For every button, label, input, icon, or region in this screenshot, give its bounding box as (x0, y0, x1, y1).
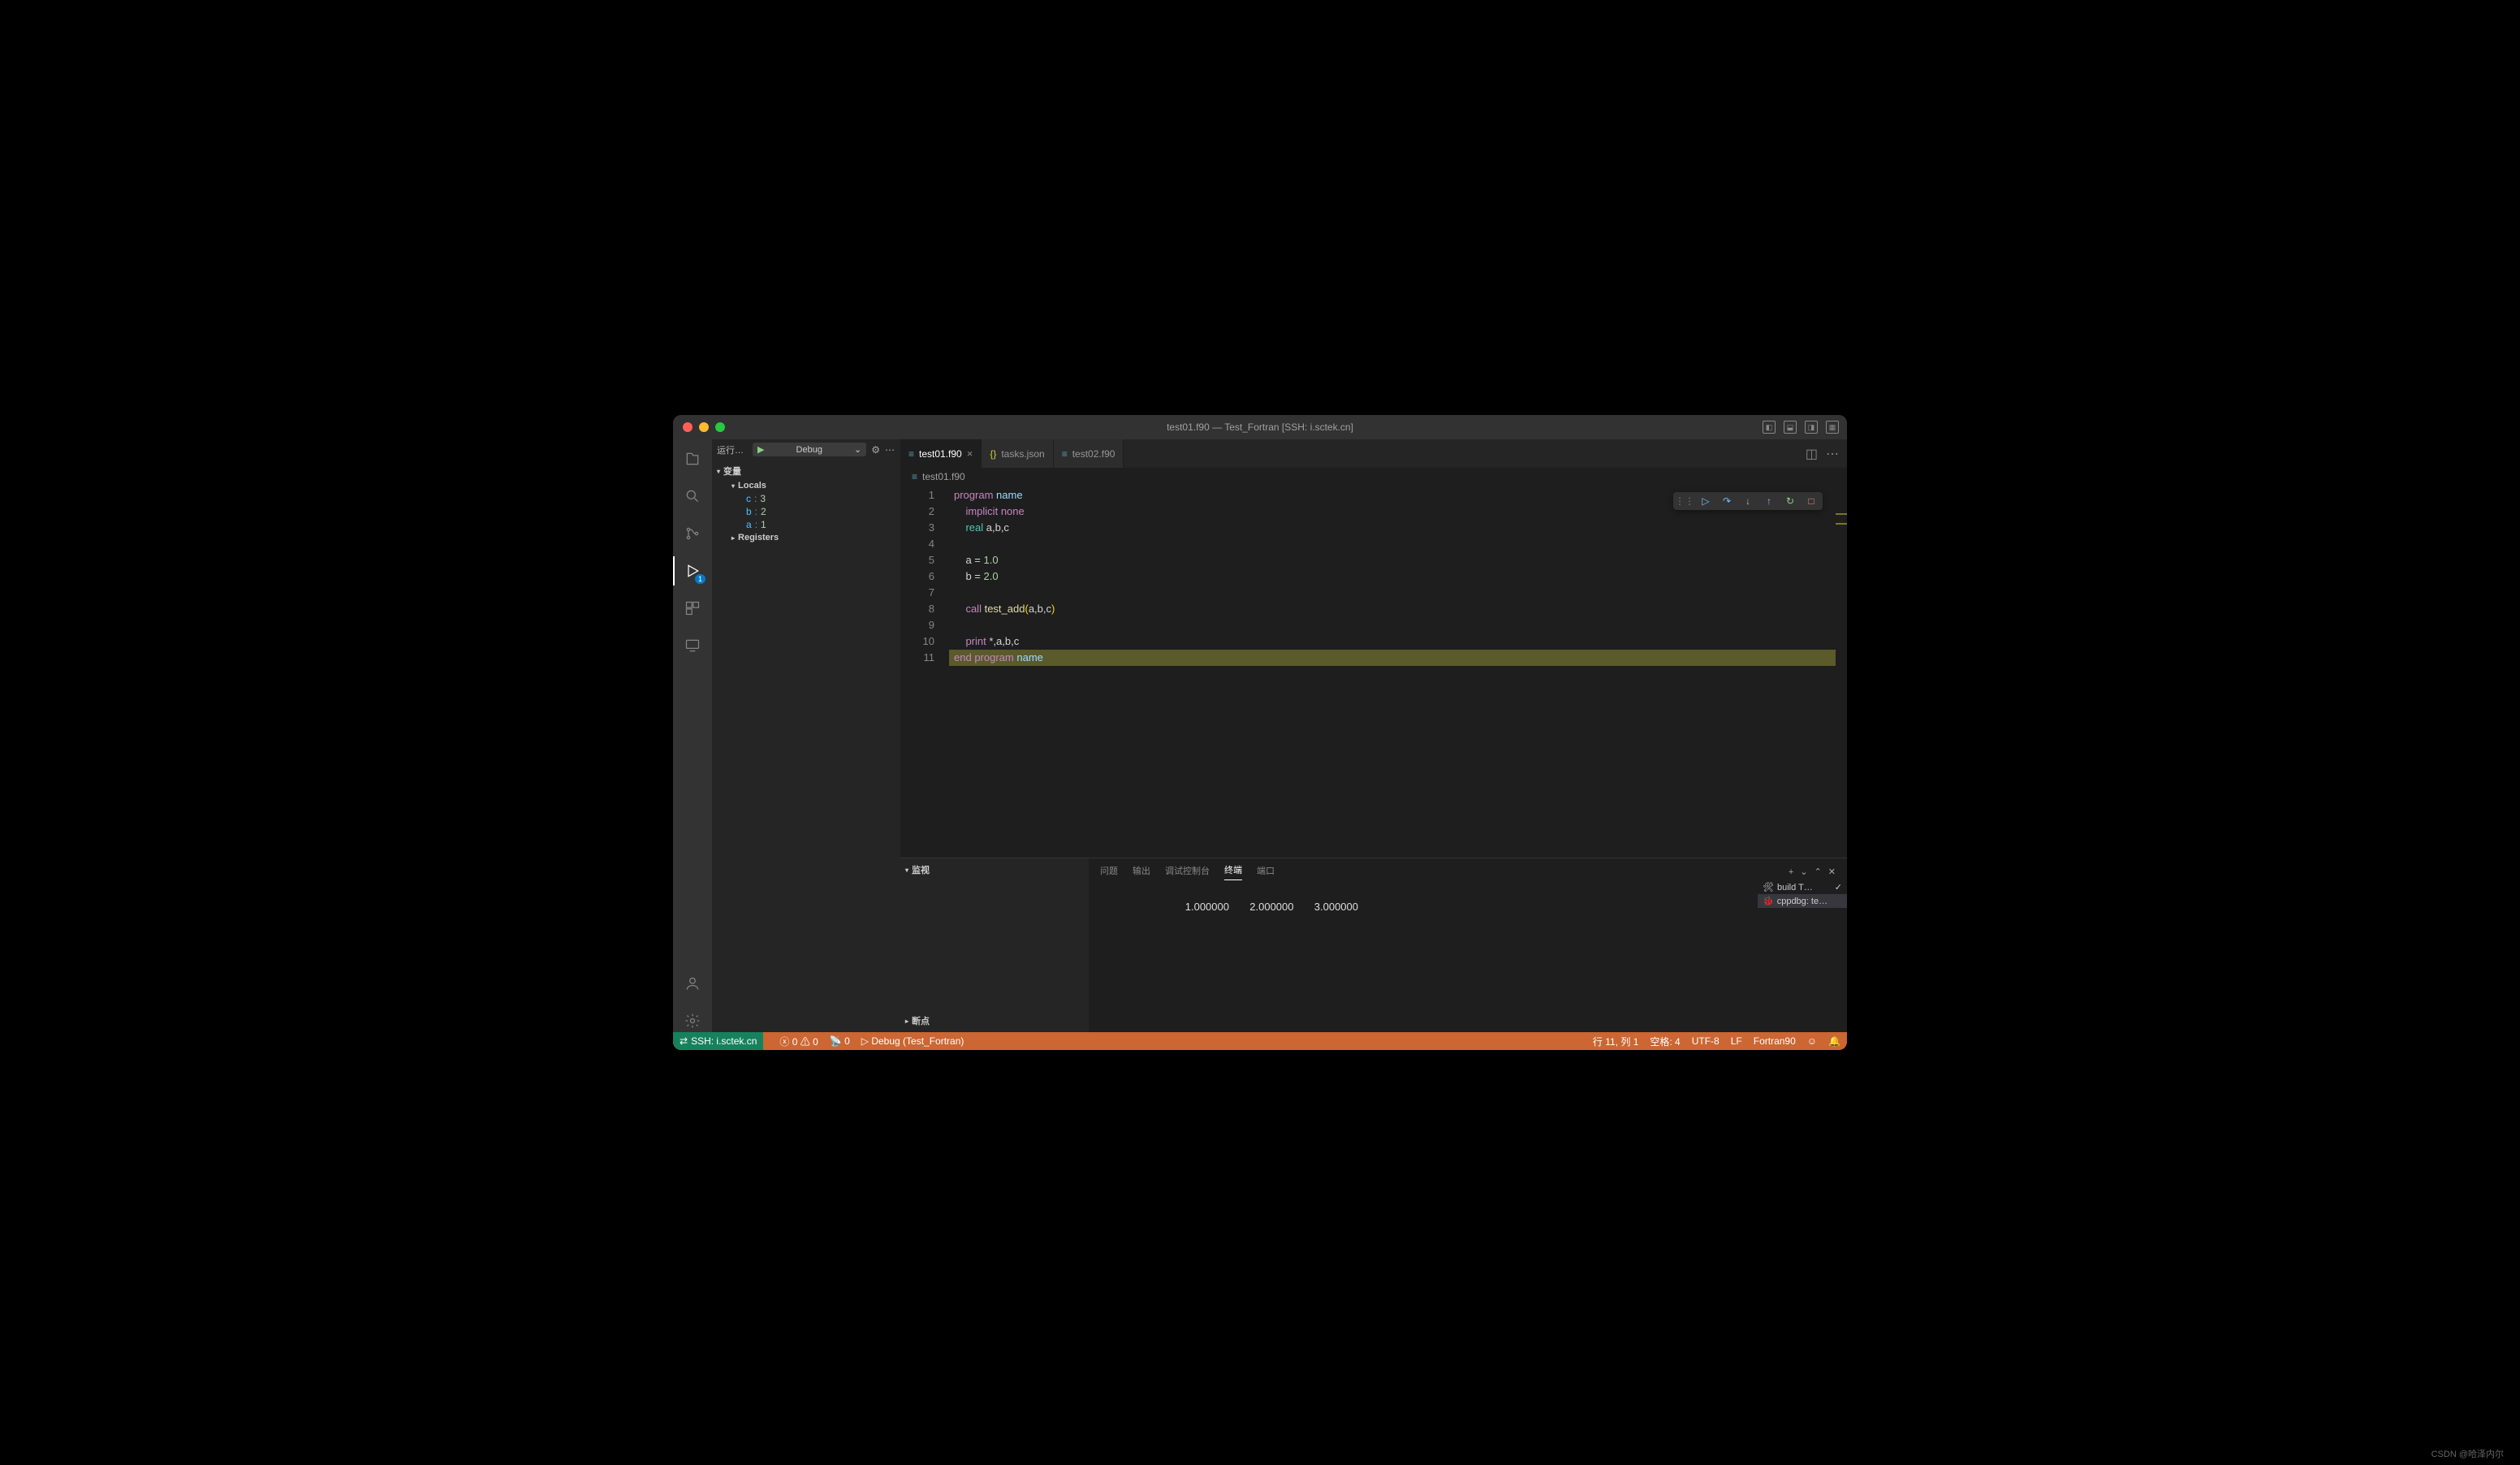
close-tab-icon[interactable]: × (967, 447, 973, 460)
terminal[interactable]: 1.000000 2.000000 3.000000 🛠build T…✓🐞cp… (1089, 880, 1847, 1032)
registers-header[interactable]: Registers (731, 531, 895, 544)
restart-icon[interactable]: ↻ (1784, 495, 1797, 508)
toggle-secondary-sidebar-icon[interactable]: ◨ (1805, 421, 1818, 434)
remote-indicator[interactable]: ⇄ SSH: i.sctek.cn (673, 1032, 763, 1050)
source-control-icon[interactable] (681, 522, 704, 545)
debug-toolbar-top: 运行… ▶ Debug ⌄ ⚙ ⋯ (712, 439, 900, 460)
locals-header[interactable]: Locals (731, 479, 895, 492)
watch-header[interactable]: 监视 (905, 862, 1084, 878)
run-debug-icon[interactable]: 1 (681, 560, 704, 582)
more-editor-actions-icon[interactable]: ⋯ (1826, 446, 1839, 462)
start-debug-icon[interactable]: ▶ (757, 444, 764, 455)
tab-output[interactable]: 输出 (1133, 864, 1150, 880)
tab-ports[interactable]: 端口 (1257, 864, 1275, 880)
editor-area: ≡test01.f90×{}tasks.json≡test02.f90 ◫ ⋯ … (900, 439, 1847, 1032)
toggle-panel-icon[interactable]: ⬓ (1784, 421, 1797, 434)
breakpoints-header[interactable]: 断点 (905, 1013, 1084, 1029)
watermark: CSDN @哈泽内尔 (2432, 1447, 2504, 1460)
step-out-icon[interactable]: ↑ (1763, 495, 1776, 508)
editor-tab[interactable]: ≡test01.f90× (900, 439, 982, 468)
status-encoding[interactable]: UTF-8 (1692, 1035, 1720, 1047)
bottom-panel: 监视 断点 问题 输出 调试控制台 终端 端口 + (900, 858, 1847, 1032)
minimap[interactable] (1836, 486, 1847, 858)
body: 1 运行… ▶ Debug ⌄ ⚙ ⋯ 变量 Locals (673, 439, 1847, 1032)
run-label: 运行… (717, 443, 748, 456)
tab-debug-console[interactable]: 调试控制台 (1165, 864, 1210, 880)
status-position[interactable]: 行 11, 列 1 (1593, 1035, 1638, 1048)
code-content[interactable]: program name implicit none real a,b,c a … (949, 486, 1847, 858)
activity-bar: 1 (673, 439, 712, 1032)
breadcrumb[interactable]: ≡ test01.f90 (900, 468, 1847, 486)
notifications-icon[interactable]: 🔔 (1828, 1035, 1840, 1047)
new-terminal-icon[interactable]: + (1789, 867, 1793, 877)
title-layout-icons: ◧ ⬓ ◨ ▦ (1763, 421, 1839, 434)
continue-icon[interactable]: ▷ (1699, 495, 1712, 508)
gutter[interactable]: 1234567891011 (900, 486, 949, 858)
step-into-icon[interactable]: ↓ (1741, 495, 1754, 508)
status-debug[interactable]: ▷ Debug (Test_Fortran) (861, 1035, 964, 1047)
search-icon[interactable] (681, 485, 704, 508)
variables-header[interactable]: 变量 (717, 463, 895, 479)
step-over-icon[interactable]: ↷ (1720, 495, 1733, 508)
maximize-window-button[interactable] (715, 422, 725, 432)
variable-row[interactable]: a: 1 (746, 518, 895, 531)
titlebar: test01.f90 — Test_Fortran [SSH: i.sctek.… (673, 415, 1847, 439)
debug-badge: 1 (695, 574, 706, 584)
panel-tabs: 问题 输出 调试控制台 终端 端口 + ⌄ ⌃ ✕ (1089, 858, 1847, 880)
debug-sidebar: 运行… ▶ Debug ⌄ ⚙ ⋯ 变量 Locals c: 3b: 2a: 1… (712, 439, 900, 1032)
panel-sidebar: 监视 断点 (900, 858, 1089, 1032)
terminal-dropdown-icon[interactable]: ⌄ (1800, 866, 1807, 877)
status-ports[interactable]: 📡 0 (830, 1035, 850, 1047)
tab-problems[interactable]: 问题 (1100, 864, 1118, 880)
status-language[interactable]: Fortran90 (1754, 1035, 1796, 1047)
drag-handle-icon[interactable]: ⋮⋮ (1678, 495, 1691, 508)
terminal-task[interactable]: 🛠build T…✓ (1758, 880, 1847, 894)
editor-tab[interactable]: {}tasks.json (982, 439, 1053, 468)
window-title: test01.f90 — Test_Fortran [SSH: i.sctek.… (673, 421, 1847, 433)
status-spaces[interactable]: 空格: 4 (1650, 1035, 1680, 1048)
config-gear-icon[interactable]: ⚙ (871, 444, 880, 456)
terminal-task-list: 🛠build T…✓🐞cppdbg: te… (1758, 880, 1847, 908)
explorer-icon[interactable] (681, 447, 704, 470)
minimize-window-button[interactable] (699, 422, 709, 432)
locals-list: c: 3b: 2a: 1 (731, 492, 895, 531)
close-window-button[interactable] (683, 422, 693, 432)
editor-actions: ◫ ⋯ (1806, 439, 1847, 468)
maximize-panel-icon[interactable]: ⌃ (1814, 866, 1822, 877)
debug-config-select[interactable]: ▶ Debug ⌄ (753, 443, 866, 456)
accounts-icon[interactable] (681, 972, 704, 995)
tab-terminal[interactable]: 终端 (1224, 863, 1242, 880)
status-errors[interactable]: ⓧ 0 ⚠ 0 (779, 1035, 818, 1048)
panel-main: 问题 输出 调试控制台 终端 端口 + ⌄ ⌃ ✕ 1.00000 (1089, 858, 1847, 1032)
chevron-down-icon: ⌄ (854, 444, 861, 455)
traffic-lights (673, 422, 725, 432)
variable-row[interactable]: b: 2 (746, 505, 895, 518)
variables-section: 变量 Locals c: 3b: 2a: 1 Registers (712, 460, 900, 547)
feedback-icon[interactable]: ☺ (1807, 1035, 1817, 1047)
more-actions-icon[interactable]: ⋯ (885, 444, 895, 456)
extensions-icon[interactable] (681, 597, 704, 620)
terminal-task[interactable]: 🐞cppdbg: te… (1758, 894, 1847, 908)
customize-layout-icon[interactable]: ▦ (1826, 421, 1839, 434)
editor-tab[interactable]: ≡test02.f90 (1054, 439, 1124, 468)
variable-row[interactable]: c: 3 (746, 492, 895, 505)
stop-icon[interactable]: □ (1805, 495, 1818, 508)
split-editor-icon[interactable]: ◫ (1806, 446, 1818, 462)
file-icon: ≡ (912, 471, 917, 482)
window: test01.f90 — Test_Fortran [SSH: i.sctek.… (673, 415, 1847, 1050)
status-eol[interactable]: LF (1731, 1035, 1742, 1047)
close-panel-icon[interactable]: ✕ (1828, 866, 1836, 877)
editor-tabs: ≡test01.f90×{}tasks.json≡test02.f90 ◫ ⋯ (900, 439, 1847, 468)
toggle-primary-sidebar-icon[interactable]: ◧ (1763, 421, 1776, 434)
settings-gear-icon[interactable] (681, 1009, 704, 1032)
config-name: Debug (796, 445, 822, 455)
editor[interactable]: ⋮⋮ ▷ ↷ ↓ ↑ ↻ □ 1234567891011 program nam… (900, 486, 1847, 858)
remote-explorer-icon[interactable] (681, 634, 704, 657)
debug-floating-toolbar[interactable]: ⋮⋮ ▷ ↷ ↓ ↑ ↻ □ (1673, 492, 1823, 510)
status-bar: ⇄ SSH: i.sctek.cn ⓧ 0 ⚠ 0 📡 0 ▷ Debug (T… (673, 1032, 1847, 1050)
